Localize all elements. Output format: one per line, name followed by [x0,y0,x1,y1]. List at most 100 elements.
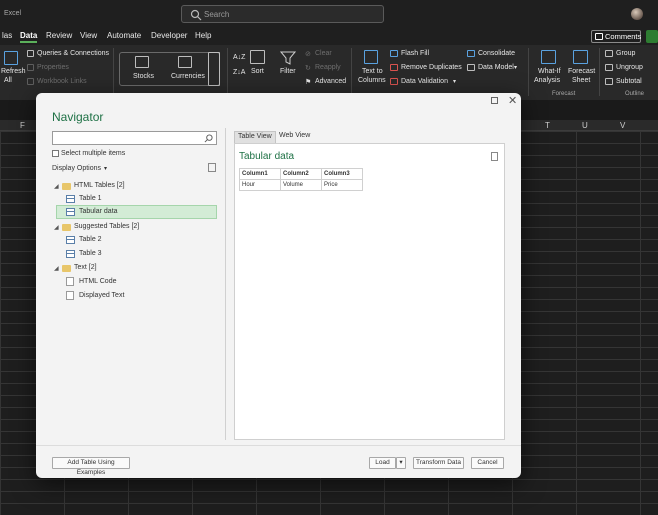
tree-item-table-2[interactable]: Table 2 [79,236,102,243]
sort-az-icon[interactable]: A↓Z [233,54,245,61]
consolidate-button[interactable]: Consolidate [478,50,515,57]
load-button[interactable]: Load [369,457,396,469]
ungroup-button[interactable]: Ungroup [616,64,643,71]
footer-divider [36,445,521,446]
workbook-links-button[interactable]: Workbook Links [37,78,87,85]
flash-fill-button[interactable]: Flash Fill [401,50,429,57]
menu-review[interactable]: Review [46,31,72,40]
sort-za-icon[interactable]: Z↓A [233,69,245,76]
add-table-button[interactable]: Add Table Using Examples [52,457,130,476]
table-header-cell: Column1 [239,168,281,180]
share-button[interactable] [646,30,658,43]
chevron-down-icon[interactable]: ▾ [453,78,456,85]
pane-divider[interactable] [225,128,226,440]
search-box[interactable]: Search [181,5,384,23]
subtotal-icon [605,78,613,85]
ribbon-separator [351,48,352,96]
tree-item-tabular-data[interactable]: Tabular data [79,208,118,215]
advanced-button[interactable]: Advanced [315,78,346,85]
consolidate-icon [467,50,475,57]
data-model-icon [467,64,475,71]
queries-icon [27,50,34,57]
app-name: Excel [4,10,22,17]
menu-help[interactable]: Help [195,31,211,40]
collapse-caret-icon[interactable]: ◢ [54,265,59,272]
menu-view[interactable]: View [80,31,97,40]
display-options-label: Display Options [52,165,102,172]
clear-button[interactable]: Clear [315,50,332,57]
title-bar: Excel Search [0,0,658,28]
comments-button[interactable]: Comments [591,30,641,43]
search-icon [204,134,213,143]
load-dropdown-button[interactable]: ▾ [396,457,406,469]
column-header[interactable]: F [20,121,25,130]
workbook-links-icon [27,78,34,85]
tree-group-html-tables[interactable]: HTML Tables [2] [74,182,125,189]
collapse-caret-icon[interactable]: ◢ [54,183,59,190]
refresh-label-2[interactable]: All [4,77,12,84]
currencies-button[interactable]: Currencies [171,73,205,80]
data-types-expand[interactable] [208,52,220,86]
forecast-sheet-label-1[interactable]: Forecast [568,68,595,75]
menu-automate[interactable]: Automate [107,31,141,40]
properties-button[interactable]: Properties [37,64,69,71]
table-header-row: Column1 Column2 Column3 [239,168,363,180]
select-multiple-label: Select multiple items [61,150,126,157]
tree-item-table-1[interactable]: Table 1 [79,195,102,202]
currencies-icon [178,56,192,68]
menu-developer[interactable]: Developer [151,31,187,40]
queries-connections-button[interactable]: Queries & Connections [37,50,109,57]
display-options-dropdown[interactable]: Display Options ▾ [52,165,107,172]
group-button[interactable]: Group [616,50,635,57]
menu-data[interactable]: Data [20,31,38,43]
tree-item-displayed-text[interactable]: Displayed Text [79,292,124,299]
subtotal-button[interactable]: Subtotal [616,78,642,85]
table-row: Hour Volume Price [239,179,363,191]
data-model-button[interactable]: Data Model [478,64,514,71]
text-to-columns-label-1[interactable]: Text to [362,68,383,75]
tree-group-suggested-tables[interactable]: Suggested Tables [2] [74,223,139,230]
column-header[interactable]: U [582,121,588,130]
preview-title: Tabular data [239,151,295,162]
chevron-down-icon[interactable]: ▾ [514,64,517,71]
reapply-button[interactable]: Reapply [315,64,341,71]
advanced-icon: ⚑ [305,79,312,86]
data-validation-button[interactable]: Data Validation [401,78,448,85]
maximize-icon[interactable] [491,97,498,104]
select-multiple-checkbox[interactable] [52,150,59,157]
tree-item-html-code[interactable]: HTML Code [79,278,116,285]
remove-duplicates-button[interactable]: Remove Duplicates [401,64,462,71]
what-if-label-2[interactable]: Analysis [534,77,560,84]
cancel-button[interactable]: Cancel [471,457,504,469]
tree-item-table-3[interactable]: Table 3 [79,250,102,257]
menu-formulas[interactable]: las [2,31,12,40]
tab-table-view[interactable]: Table View [234,131,276,143]
refresh-preview-icon[interactable] [208,163,216,172]
avatar[interactable] [631,8,643,20]
sort-button[interactable]: Sort [251,68,264,75]
export-icon[interactable] [491,152,498,161]
filter-button[interactable]: Filter [280,68,296,75]
transform-data-button[interactable]: Transform Data [413,457,464,469]
close-icon[interactable]: ✕ [508,94,517,107]
ribbon-separator [227,48,228,96]
stocks-button[interactable]: Stocks [133,73,154,80]
forecast-sheet-label-2[interactable]: Sheet [572,77,590,84]
tree-group-text[interactable]: Text [2] [74,264,97,271]
column-header[interactable]: T [545,121,550,130]
ribbon-separator [113,48,114,96]
text-to-columns-label-2[interactable]: Columns [358,77,386,84]
tab-web-view[interactable]: Web View [276,131,313,143]
what-if-icon [541,50,556,64]
refresh-icon [4,51,18,65]
table-icon [66,236,75,244]
what-if-label-1[interactable]: What-If [538,68,561,75]
navigator-search-input[interactable] [52,131,217,145]
table-icon [66,195,75,203]
filter-icon [280,51,296,65]
stocks-icon [135,56,149,68]
group-icon [605,50,613,57]
column-header[interactable]: V [620,121,625,130]
refresh-label-1[interactable]: Refresh [1,68,26,75]
collapse-caret-icon[interactable]: ◢ [54,224,59,231]
